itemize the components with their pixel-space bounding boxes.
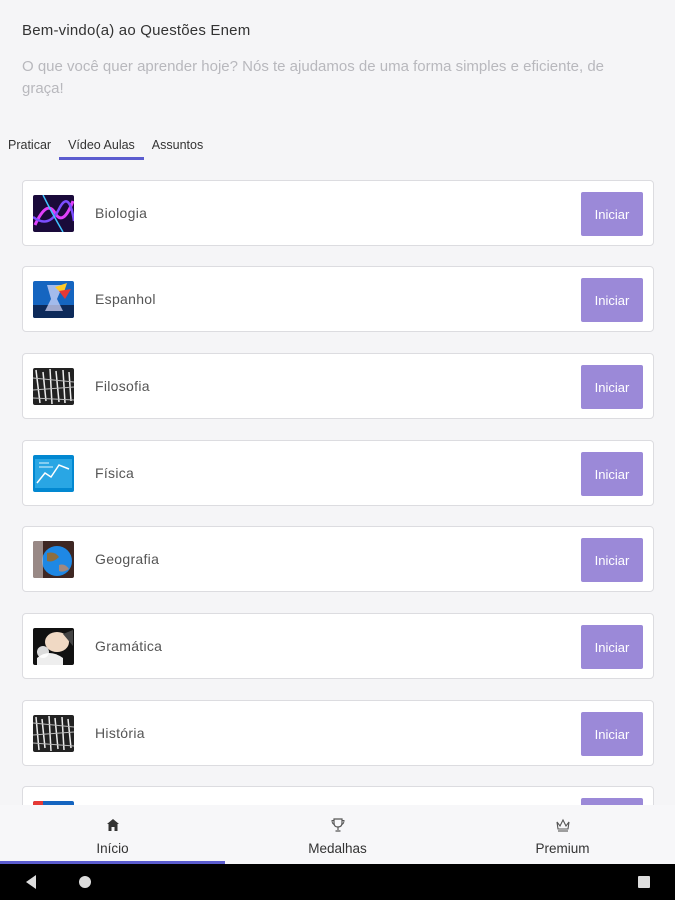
- back-icon[interactable]: [26, 875, 36, 889]
- nav-inicio[interactable]: Início: [0, 805, 225, 864]
- iniciar-button[interactable]: [581, 798, 643, 805]
- iniciar-button[interactable]: Iniciar: [581, 712, 643, 756]
- crown-icon: [555, 818, 570, 832]
- subject-card-espanhol[interactable]: Espanhol Iniciar: [22, 266, 654, 332]
- historia-thumbnail: [33, 715, 74, 752]
- subject-card-gramatica[interactable]: Gramática Iniciar: [22, 613, 654, 679]
- subject-label: Geografia: [95, 551, 160, 567]
- subject-label: Biologia: [95, 205, 148, 221]
- subject-card-biologia[interactable]: Biologia Iniciar: [22, 180, 654, 246]
- home-icon: [106, 819, 119, 831]
- nav-medalhas[interactable]: Medalhas: [225, 805, 450, 864]
- subject-label: Física: [95, 465, 135, 481]
- subject-label: Filosofia: [95, 378, 150, 394]
- system-navigation-bar: [0, 864, 675, 900]
- subject-card-historia[interactable]: História Iniciar: [22, 700, 654, 766]
- subject-card-partial[interactable]: [22, 786, 654, 805]
- iniciar-button[interactable]: Iniciar: [581, 278, 643, 322]
- iniciar-button[interactable]: Iniciar: [581, 452, 643, 496]
- trophy-icon: [330, 818, 345, 832]
- subject-card-filosofia[interactable]: Filosofia Iniciar: [22, 353, 654, 419]
- iniciar-button[interactable]: Iniciar: [581, 538, 643, 582]
- geografia-thumbnail: [33, 541, 74, 578]
- biologia-thumbnail: [33, 195, 74, 232]
- nav-label: Início: [96, 841, 129, 856]
- fisica-thumbnail: [33, 455, 74, 492]
- recent-apps-icon[interactable]: [638, 876, 650, 888]
- subject-list[interactable]: Biologia Iniciar Espanhol Iniciar Filoso…: [22, 180, 654, 805]
- subject-card-fisica[interactable]: Física Iniciar: [22, 440, 654, 506]
- tab-bar: Praticar Vídeo Aulas Assuntos: [0, 132, 211, 162]
- home-button-icon[interactable]: [79, 876, 91, 888]
- iniciar-button[interactable]: Iniciar: [581, 625, 643, 669]
- header: Bem-vindo(a) ao Questões Enem O que você…: [22, 22, 642, 100]
- espanhol-thumbnail: [33, 281, 74, 318]
- filosofia-thumbnail: [33, 368, 74, 405]
- bottom-navigation: Início Medalhas Premium: [0, 805, 675, 864]
- subject-card-geografia[interactable]: Geografia Iniciar: [22, 526, 654, 592]
- iniciar-button[interactable]: Iniciar: [581, 365, 643, 409]
- tab-assuntos[interactable]: Assuntos: [144, 132, 211, 160]
- nav-premium[interactable]: Premium: [450, 805, 675, 864]
- welcome-title: Bem-vindo(a) ao Questões Enem: [22, 22, 251, 39]
- subject-label: Espanhol: [95, 291, 156, 307]
- nav-label: Medalhas: [308, 841, 367, 856]
- subject-label: História: [95, 725, 145, 741]
- iniciar-button[interactable]: Iniciar: [581, 192, 643, 236]
- subject-label: Gramática: [95, 638, 163, 654]
- welcome-subtitle: O que você quer aprender hoje? Nós te aj…: [22, 58, 604, 97]
- tab-praticar[interactable]: Praticar: [0, 132, 59, 160]
- tab-video-aulas[interactable]: Vídeo Aulas: [59, 132, 144, 160]
- gramatica-thumbnail: [33, 628, 74, 665]
- nav-label: Premium: [535, 841, 590, 856]
